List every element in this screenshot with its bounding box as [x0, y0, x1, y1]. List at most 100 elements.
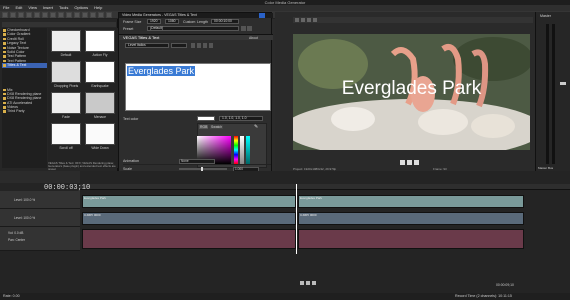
- record-icon[interactable]: [300, 281, 304, 285]
- preset-thumb[interactable]: [85, 30, 115, 52]
- preset-thumb[interactable]: [51, 61, 81, 83]
- folder-icon: [3, 33, 6, 36]
- status-bar: Rate: 0.00 Record Time (2 channels): 10:…: [0, 293, 570, 300]
- delete-icon[interactable]: [82, 12, 88, 18]
- track-level: Level: 100.0 %: [14, 216, 36, 220]
- text-content[interactable]: Everglades Park: [127, 66, 196, 76]
- flamingo-body: [331, 107, 375, 131]
- snap-icon[interactable]: [106, 12, 112, 18]
- rate-label: Rate: 0.00: [3, 294, 20, 298]
- split-screen-icon[interactable]: [301, 18, 305, 22]
- tree-item[interactable]: Third Party: [2, 109, 47, 113]
- undo-icon[interactable]: [42, 12, 48, 18]
- audio-clip[interactable]: [298, 229, 524, 249]
- save-preset-icon[interactable]: [241, 26, 246, 31]
- render-icon[interactable]: [26, 12, 32, 18]
- align-center-button[interactable]: [209, 43, 213, 48]
- close-button[interactable]: [259, 13, 265, 18]
- new-project-icon[interactable]: [2, 12, 8, 18]
- open-icon[interactable]: [10, 12, 16, 18]
- snapshot-icon[interactable]: [313, 18, 317, 22]
- track-header-text[interactable]: Level: 100.0 %: [0, 191, 80, 209]
- tab-swatch[interactable]: Swatch: [210, 125, 224, 129]
- frame-width-field[interactable]: 1920: [147, 19, 161, 24]
- track-volume: Vol: 0.0 dB: [8, 231, 24, 235]
- italic-button[interactable]: [197, 43, 201, 48]
- play-icon[interactable]: [400, 160, 405, 165]
- frame-height-field[interactable]: 1080: [165, 19, 179, 24]
- preset-dropdown[interactable]: (Default): [147, 26, 239, 31]
- preset-thumb[interactable]: [85, 123, 115, 145]
- timecode-display: 00:00:03;10: [44, 184, 91, 192]
- clip-label: CJMPI 0000: [84, 213, 101, 217]
- plugin-name: VEGAS Titles & Text: [123, 35, 160, 40]
- text-color-label: Text color: [123, 117, 139, 121]
- preset-thumbnails: Default Action Fly Chopping Pixels Earth…: [48, 28, 118, 168]
- folder-icon: [3, 55, 6, 58]
- video-clip[interactable]: CJMPI 0000: [82, 212, 296, 225]
- animation-row: Animation None: [123, 157, 271, 165]
- preset-label: Chopping Pixels: [53, 84, 79, 88]
- stop-icon[interactable]: [414, 160, 419, 165]
- master-title: Master: [540, 14, 551, 18]
- video-clip[interactable]: CJMPI 0000: [298, 212, 524, 225]
- font-dropdown[interactable]: Level Italics: [125, 43, 169, 48]
- lock-icon[interactable]: [98, 12, 104, 18]
- animation-dropdown[interactable]: None: [179, 158, 215, 164]
- cut-icon[interactable]: [58, 12, 64, 18]
- paste-icon[interactable]: [74, 12, 80, 18]
- generator-title: Video Media Generators - VEGAS Titles & …: [119, 13, 273, 18]
- bold-button[interactable]: [191, 43, 195, 48]
- master-bus-label: Master Bus: [538, 166, 554, 170]
- preset-thumb[interactable]: [51, 30, 81, 52]
- text-color-value[interactable]: 1.0, 1.0, 1.0, 1.0: [219, 116, 263, 121]
- delete-preset-icon[interactable]: [247, 26, 252, 31]
- pause-icon[interactable]: [407, 160, 412, 165]
- font-size-field[interactable]: [171, 43, 187, 48]
- text-clip[interactable]: Everglades Park: [298, 195, 524, 208]
- preset-thumb[interactable]: [51, 123, 81, 145]
- length-field[interactable]: 00:00:10:00: [211, 19, 239, 24]
- preset-thumb[interactable]: [51, 92, 81, 114]
- volume-fader[interactable]: [560, 82, 566, 85]
- preset-label: Scroll off: [59, 146, 73, 150]
- text-color-swatch[interactable]: [197, 116, 215, 121]
- preview-toolbar: [293, 17, 533, 23]
- about-link[interactable]: About: [249, 35, 258, 41]
- tab-rgb[interactable]: RGB: [199, 125, 209, 129]
- track-header-audio[interactable]: Vol: 0.0 dB Pan: Center: [0, 227, 80, 251]
- end-time: 00:00:09;10: [496, 283, 514, 287]
- copy-icon[interactable]: [66, 12, 72, 18]
- play-icon[interactable]: [312, 281, 316, 285]
- folder-icon: [3, 29, 6, 32]
- trim-icon[interactable]: [90, 12, 96, 18]
- flamingo-body: [471, 114, 515, 138]
- eyedropper-icon[interactable]: ✎: [254, 125, 260, 130]
- master-bus-panel: Master Master Bus: [535, 12, 570, 172]
- redo-icon[interactable]: [50, 12, 56, 18]
- playhead[interactable]: [296, 184, 297, 254]
- align-left-button[interactable]: [203, 43, 207, 48]
- clip-label: Everglades Park: [84, 196, 107, 200]
- save-icon[interactable]: [18, 12, 24, 18]
- tree-item-titles-text[interactable]: Titles & Text: [2, 63, 47, 68]
- preset-thumb[interactable]: [85, 92, 115, 114]
- preset-label: Default: [60, 53, 72, 57]
- meter-left: [546, 24, 549, 164]
- folder-icon: [3, 88, 6, 92]
- overlays-icon[interactable]: [307, 18, 311, 22]
- preview-settings-icon[interactable]: [295, 18, 299, 22]
- frame-size-label: Frame Size: [123, 20, 142, 24]
- text-clip[interactable]: Everglades Park: [82, 195, 296, 208]
- track-header-video[interactable]: Level: 100.0 %: [0, 209, 80, 227]
- properties-icon[interactable]: [34, 12, 40, 18]
- text-editor[interactable]: Everglades Park: [125, 63, 271, 111]
- time-ruler[interactable]: [80, 184, 570, 190]
- preset-thumb[interactable]: [85, 61, 115, 83]
- folder-icon: [3, 110, 6, 113]
- scale-slider[interactable]: [179, 166, 227, 172]
- track-level: Level: 100.0 %: [14, 198, 36, 202]
- audio-clip[interactable]: [82, 229, 296, 249]
- title-overlay-text: Everglades Park: [341, 78, 482, 99]
- loop-icon[interactable]: [306, 281, 310, 285]
